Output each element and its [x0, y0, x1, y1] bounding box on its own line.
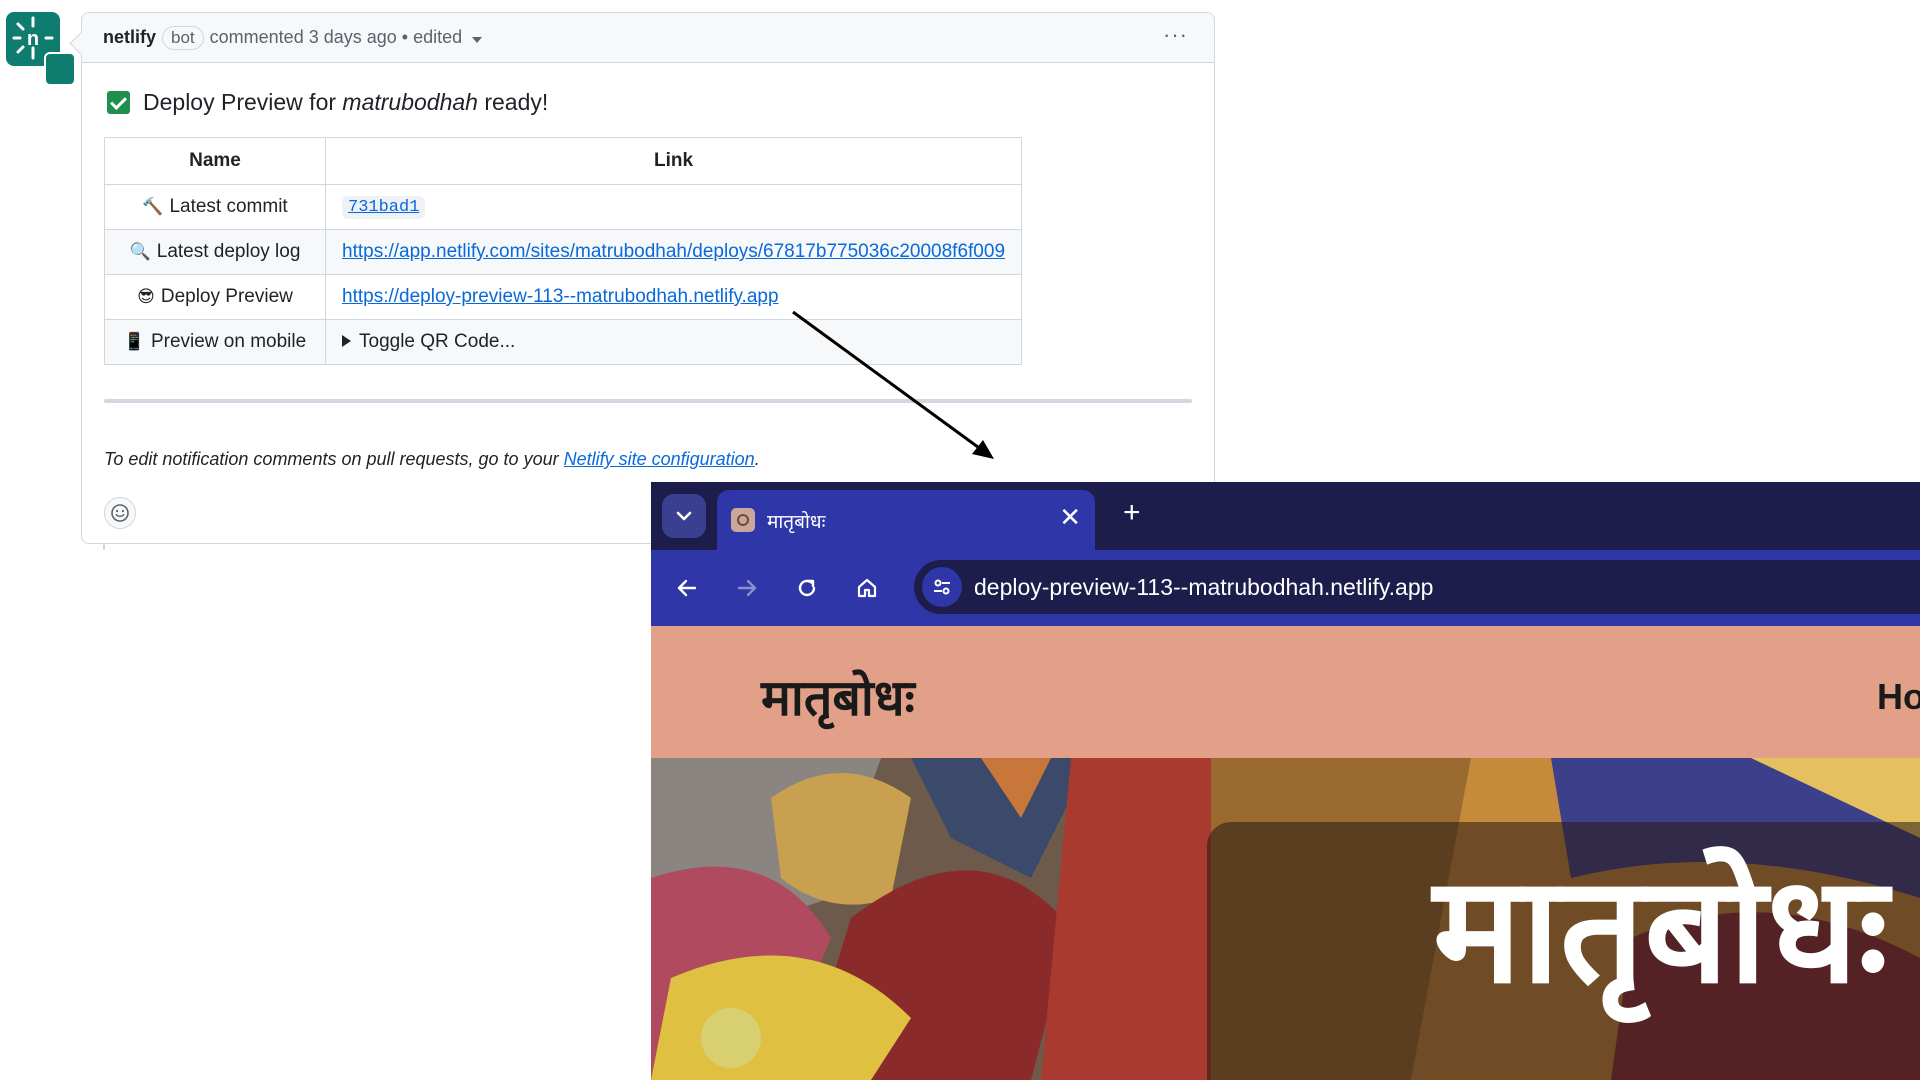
note-prefix: To edit notification comments on pull re… [104, 449, 564, 469]
bot-badge: bot [162, 25, 204, 50]
divider [104, 399, 1192, 403]
forward-arrow-icon[interactable] [729, 570, 765, 606]
qr-toggle-label: Toggle QR Code... [359, 331, 516, 352]
close-tab-icon[interactable]: ✕ [1059, 504, 1081, 530]
url-text[interactable]: deploy-preview-113--matrubodhah.netlify.… [974, 574, 1433, 601]
commit-sha-link[interactable]: 731bad1 [342, 196, 426, 219]
row-label: Latest deploy log [156, 241, 301, 262]
row-link-cell: https://deploy-preview-113--matrubodhah.… [324, 274, 1023, 320]
row-name-cell: 🔨 Latest commit [104, 184, 326, 230]
hero-title: मातृबोधः [1433, 844, 1888, 1016]
tab-search-chevron-icon[interactable] [662, 494, 706, 538]
row-label: Latest commit [169, 196, 288, 217]
active-tab[interactable]: मातृबोधः ✕ [717, 490, 1095, 550]
comment-box: netlify bot commented 3 days ago • edite… [69, 12, 1215, 544]
svg-text:n: n [27, 28, 39, 50]
table-row: 🔍 Latest deploy log https://app.netlify.c… [104, 229, 1023, 275]
deploy-preview-link[interactable]: https://deploy-preview-113--matrubodhah.… [342, 286, 779, 307]
table-header-row: Name Link [104, 137, 1023, 185]
hero-banner: मातृबोधः [651, 758, 1920, 1080]
hammer-icon: 🔨 [142, 197, 164, 216]
title-prefix: Deploy Preview for [143, 89, 343, 115]
check-mark-icon [107, 91, 130, 114]
row-link-cell: 731bad1 [324, 184, 1023, 230]
netlify-mini-logo-icon [44, 52, 76, 86]
row-link-cell: https://app.netlify.com/sites/matrubodha… [324, 229, 1023, 275]
row-name-cell: 📱 Preview on mobile [104, 319, 326, 365]
table-row: 😎 Deploy Preview https://deploy-preview-1… [104, 274, 1023, 320]
disclosure-triangle-icon [342, 335, 351, 347]
title-suffix: ready! [477, 89, 549, 115]
table-row: 🔨 Latest commit 731bad1 [104, 184, 1023, 230]
new-tab-plus-icon[interactable]: + [1123, 496, 1141, 530]
note-suffix: . [754, 449, 760, 469]
header-name: Name [104, 137, 326, 185]
title-site: matrubodhah [342, 89, 478, 115]
home-icon[interactable] [849, 570, 885, 606]
site-settings-icon[interactable] [922, 567, 962, 607]
header-link: Link [324, 137, 1023, 185]
edit-history-chevron-icon[interactable] [472, 36, 483, 43]
tab-title: मातृबोधः [767, 512, 826, 533]
row-name-cell: 😎 Deploy Preview [104, 274, 326, 320]
back-arrow-icon[interactable] [669, 570, 705, 606]
netlify-avatar[interactable]: n [6, 12, 76, 86]
more-options-icon[interactable]: ··· [1163, 24, 1188, 46]
browser-toolbar: deploy-preview-113--matrubodhah.netlify.… [651, 550, 1920, 626]
magnifier-icon: 🔍 [129, 242, 151, 261]
row-label: Deploy Preview [160, 286, 293, 307]
row-label: Preview on mobile [150, 331, 307, 352]
comment-meta[interactable]: commented 3 days ago • edited [210, 27, 462, 48]
netlify-config-link[interactable]: Netlify site configuration [564, 449, 755, 469]
qr-toggle[interactable]: Toggle QR Code... [342, 331, 515, 352]
reload-icon[interactable] [789, 570, 825, 606]
browser-window: मातृबोधः ✕ + deploy-preview-113--matrubo… [651, 482, 1920, 1080]
sunglasses-icon: 😎 [137, 287, 155, 306]
deploy-log-link[interactable]: https://app.netlify.com/sites/matrubodha… [342, 241, 1005, 262]
table-row: 📱 Preview on mobile Toggle QR Code... [104, 319, 1023, 365]
deploy-table: Name Link 🔨 Latest commit 731bad1 🔍 Latest… [104, 137, 1023, 365]
deploy-title: Deploy Preview for matrubodhah ready! [107, 89, 548, 116]
nav-home-link[interactable]: Ho [1877, 676, 1920, 718]
config-note: To edit notification comments on pull re… [104, 449, 760, 470]
site-favicon-icon [731, 508, 755, 532]
mobile-phone-icon: 📱 [123, 332, 145, 351]
row-link-cell: Toggle QR Code... [324, 319, 1023, 365]
comment-author[interactable]: netlify [103, 27, 156, 48]
site-logo[interactable]: मातृबोधः [761, 662, 915, 730]
comment-header: netlify bot commented 3 days ago • edite… [82, 13, 1214, 63]
tab-strip: मातृबोधः ✕ + [651, 482, 1920, 550]
address-bar[interactable]: deploy-preview-113--matrubodhah.netlify.… [914, 560, 1920, 614]
add-reaction-smiley-icon[interactable] [104, 497, 136, 529]
site-header: मातृबोधः Ho [651, 626, 1920, 758]
row-name-cell: 🔍 Latest deploy log [104, 229, 326, 275]
